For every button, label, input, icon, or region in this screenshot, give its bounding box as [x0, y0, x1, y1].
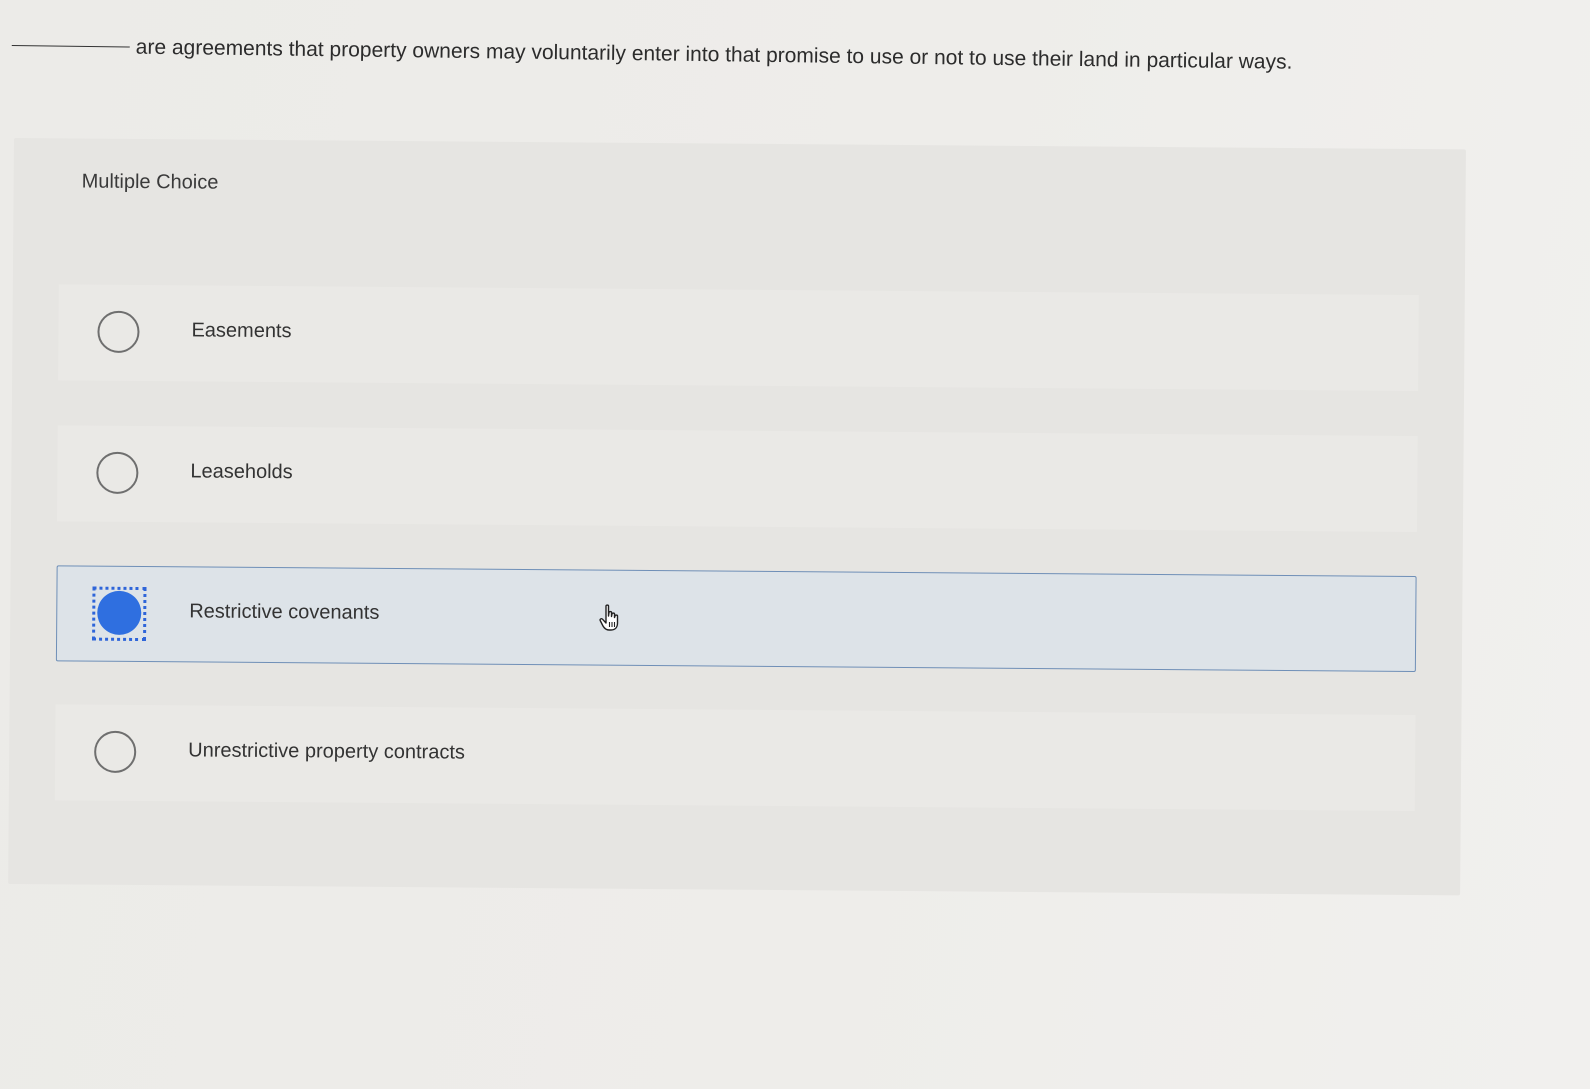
radio-button[interactable]: [96, 451, 139, 494]
question-stem: are agreements that property owners may …: [11, 28, 1492, 83]
option-easements[interactable]: Easements: [58, 284, 1419, 392]
option-restrictive-covenants[interactable]: Restrictive covenants: [55, 565, 1417, 673]
option-label: Unrestrictive property contracts: [188, 739, 466, 764]
option-label: Easements: [191, 319, 292, 343]
option-label: Restrictive covenants: [189, 600, 380, 624]
radio-button[interactable]: [94, 730, 137, 773]
answer-blank: [11, 44, 130, 48]
multiple-choice-label: Multiple Choice: [81, 170, 219, 194]
radio-button[interactable]: [97, 310, 140, 353]
question-text: are agreements that property owners may …: [135, 35, 1293, 74]
option-label: Leaseholds: [190, 460, 293, 484]
option-unrestrictive-property-contracts[interactable]: Unrestrictive property contracts: [54, 704, 1416, 812]
option-leaseholds[interactable]: Leaseholds: [56, 425, 1418, 533]
hand-pointer-icon: [599, 604, 619, 631]
multiple-choice-panel: Multiple Choice Easements Leaseholds Res…: [8, 138, 1466, 896]
radio-button-selected[interactable]: [97, 590, 142, 636]
